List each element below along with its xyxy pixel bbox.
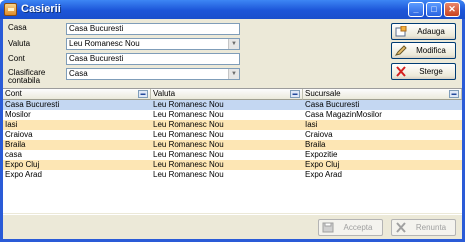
edit-pencil-icon <box>395 45 407 56</box>
cell-sucursale: Expo Cluj <box>305 160 340 169</box>
valuta-select[interactable]: Leu Romanesc Nou ▼ <box>66 38 240 50</box>
table-row[interactable]: Expo Cluj Leu Romanesc Nou Expo Cluj <box>3 160 462 170</box>
table-row[interactable]: casa Leu Romanesc Nou Expozitie <box>3 150 462 160</box>
filter-icon[interactable]: ▬ <box>138 90 148 98</box>
cont-input[interactable]: Casa Bucuresti <box>66 53 240 65</box>
cell-valuta: Leu Romanesc Nou <box>153 170 224 179</box>
cell-sucursale: Casa Bucuresti <box>305 100 360 109</box>
save-icon <box>322 222 334 233</box>
modifica-label: Modifica <box>416 46 446 55</box>
minimize-icon: _ <box>413 4 419 14</box>
maximize-icon: □ <box>431 4 437 14</box>
cell-sucursale: Casa MagazinMosilor <box>305 110 382 119</box>
table-row[interactable]: Braila Leu Romanesc Nou Braila <box>3 140 462 150</box>
chevron-down-icon[interactable]: ▼ <box>228 39 239 49</box>
casierii-grid[interactable]: Cont ▬ Valuta ▬ Sucursale ▬ Casa Bucures… <box>3 88 462 213</box>
adauga-label: Adauga <box>417 27 445 36</box>
sterge-label: Sterge <box>419 67 443 76</box>
cell-cont: Casa Bucuresti <box>5 100 60 109</box>
cancel-icon <box>396 222 406 233</box>
valuta-label: Valuta <box>8 39 31 48</box>
window-title: Casierii <box>21 3 61 15</box>
cell-sucursale: Expozitie <box>305 150 338 159</box>
casa-label: Casa <box>8 23 27 32</box>
adauga-button[interactable]: Adauga <box>391 23 456 40</box>
modifica-button[interactable]: Modifica <box>391 42 456 59</box>
chevron-down-icon[interactable]: ▼ <box>228 69 239 79</box>
filter-icon[interactable]: ▬ <box>449 90 459 98</box>
column-header-valuta[interactable]: Valuta ▬ <box>151 89 303 100</box>
clasificare-select[interactable]: Casa ▼ <box>66 68 240 80</box>
column-header-valuta-label: Valuta <box>153 89 176 98</box>
cell-cont: casa <box>5 150 22 159</box>
client-area: Casa Valuta Cont Clasificare contabila C… <box>3 19 462 239</box>
clasificare-label-line2: contabila <box>8 76 41 85</box>
cell-sucursale: Iasi <box>305 120 318 129</box>
delete-icon <box>396 66 406 77</box>
cell-valuta: Leu Romanesc Nou <box>153 150 224 159</box>
minimize-button[interactable]: _ <box>408 2 424 17</box>
close-button[interactable]: ✕ <box>444 2 460 17</box>
maximize-button[interactable]: □ <box>426 2 442 17</box>
cell-sucursale: Expo Arad <box>305 170 342 179</box>
title-bar[interactable]: Casierii _ □ ✕ <box>0 0 465 19</box>
cell-valuta: Leu Romanesc Nou <box>153 130 224 139</box>
clasificare-select-value: Casa <box>69 69 88 78</box>
cell-valuta: Leu Romanesc Nou <box>153 120 224 129</box>
renunta-label: Renunta <box>415 223 447 232</box>
cell-valuta: Leu Romanesc Nou <box>153 160 224 169</box>
cell-cont: Mosilor <box>5 110 31 119</box>
column-header-cont-label: Cont <box>5 89 22 98</box>
column-header-cont[interactable]: Cont ▬ <box>3 89 151 100</box>
table-row[interactable]: Craiova Leu Romanesc Nou Craiova <box>3 130 462 140</box>
cell-sucursale: Braila <box>305 140 326 149</box>
casierii-window: Casierii _ □ ✕ Casa Valuta Cont Clasific… <box>0 0 465 242</box>
cell-cont: Expo Cluj <box>5 160 40 169</box>
casa-input[interactable]: Casa Bucuresti <box>66 23 240 35</box>
table-row[interactable]: Casa Bucuresti Leu Romanesc Nou Casa Buc… <box>3 100 462 110</box>
cell-cont: Braila <box>5 140 26 149</box>
cash-register-icon <box>4 3 17 16</box>
dialog-footer: Accepta Renunta <box>3 214 462 239</box>
filter-icon[interactable]: ▬ <box>290 90 300 98</box>
cell-cont: Iasi <box>5 120 18 129</box>
renunta-button[interactable]: Renunta <box>391 219 456 236</box>
cell-valuta: Leu Romanesc Nou <box>153 100 224 109</box>
valuta-select-value: Leu Romanesc Nou <box>69 39 140 48</box>
cell-sucursale: Craiova <box>305 130 333 139</box>
cell-cont: Expo Arad <box>5 170 42 179</box>
table-row[interactable]: Mosilor Leu Romanesc Nou Casa MagazinMos… <box>3 110 462 120</box>
sterge-button[interactable]: Sterge <box>391 63 456 80</box>
cont-label: Cont <box>8 54 25 63</box>
cell-valuta: Leu Romanesc Nou <box>153 110 224 119</box>
cell-cont: Craiova <box>5 130 33 139</box>
table-row[interactable]: Iasi Leu Romanesc Nou Iasi <box>3 120 462 130</box>
accepta-label: Accepta <box>343 223 373 232</box>
accepta-button[interactable]: Accepta <box>318 219 383 236</box>
table-row[interactable]: Expo Arad Leu Romanesc Nou Expo Arad <box>3 170 462 180</box>
column-header-sucursale-label: Sucursale <box>305 89 341 98</box>
cell-valuta: Leu Romanesc Nou <box>153 140 224 149</box>
close-icon: ✕ <box>448 4 456 14</box>
add-icon <box>395 26 407 37</box>
column-header-sucursale[interactable]: Sucursale ▬ <box>303 89 462 100</box>
